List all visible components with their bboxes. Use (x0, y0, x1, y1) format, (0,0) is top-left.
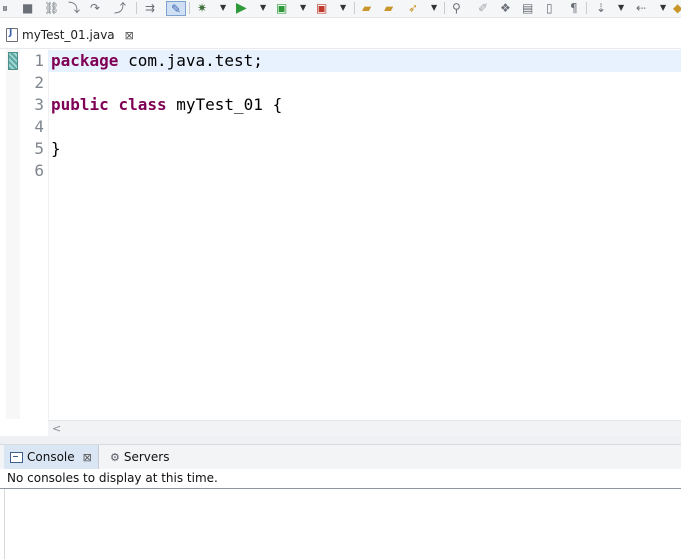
console-icon (10, 451, 23, 463)
toolbar-separator (136, 2, 137, 14)
closing-brace: } (51, 139, 61, 158)
bottom-panel-tab-bar: Console ⊠ ⚙ Servers (0, 444, 681, 470)
code-line-5[interactable]: } (51, 139, 61, 158)
panel-sash[interactable] (0, 436, 681, 444)
skip-all-breakpoints-icon[interactable]: ⏸ (2, 1, 8, 15)
editor-tab-bar: myTest_01.java ⊠ (0, 18, 681, 49)
step-over-icon[interactable]: ↷ (90, 1, 100, 15)
terminate-icon[interactable]: ■ (22, 1, 33, 15)
external-tools-dropdown-icon[interactable]: ▼ (340, 0, 346, 16)
horizontal-scrollbar[interactable]: < (48, 420, 681, 436)
keyword-public: public (51, 95, 109, 114)
code-line-1[interactable]: package com.java.test; (51, 51, 263, 70)
class-declaration: myTest_01 { (166, 95, 283, 114)
new-java-class-icon[interactable]: ▰ (384, 1, 393, 15)
code-line-3[interactable]: public class myTest_01 { (51, 95, 282, 114)
line-number: 2 (34, 73, 44, 92)
disconnect-icon[interactable]: ⛓ (44, 1, 59, 15)
use-step-filters-icon[interactable]: ⇉ (145, 1, 155, 15)
back-dropdown-icon[interactable]: ▼ (660, 0, 666, 16)
pilcrow-icon[interactable]: ¶ (570, 1, 578, 15)
toolbar-separator (444, 2, 445, 14)
tab-servers-label: Servers (123, 450, 170, 464)
external-tools-icon[interactable]: ▣ (316, 1, 327, 15)
line-number: 1 (34, 51, 44, 70)
console-empty-message: No consoles to display at this time. (7, 471, 218, 485)
close-console-tab-icon[interactable]: ⊠ (83, 451, 92, 464)
debug-dropdown-icon[interactable]: ▼ (220, 0, 226, 16)
editor-tab-mytest[interactable]: myTest_01.java ⊠ (6, 25, 134, 45)
toggle-mark-occurrences-icon[interactable]: ✎ (166, 1, 186, 16)
step-return-icon[interactable]: ⤴ (114, 1, 126, 15)
current-line-marker-icon (8, 52, 18, 70)
word-wrap-icon[interactable]: ▯ (546, 1, 553, 15)
run-dropdown-icon[interactable]: ▼ (260, 0, 266, 16)
console-divider (0, 488, 681, 489)
next-annotation-dropdown-icon[interactable]: ▼ (618, 0, 624, 16)
next-annotation-icon[interactable]: ⇣ (596, 1, 606, 15)
debug-icon[interactable]: ✷ (197, 1, 207, 15)
code-editor[interactable]: 1 2 3 4 5 6 package com.java.test; publi… (0, 49, 681, 419)
back-icon[interactable]: ⇠ (636, 1, 646, 15)
toolbar-separator (354, 2, 355, 14)
open-type-dropdown-icon[interactable]: ▼ (431, 0, 437, 16)
open-type-icon[interactable]: ➶ (408, 1, 418, 15)
line-number: 5 (34, 139, 44, 158)
tab-console-label: Console (27, 450, 75, 464)
line-number: 3 (34, 95, 44, 114)
run-icon[interactable]: ▶ (236, 1, 247, 15)
package-name: com.java.test; (118, 51, 263, 70)
console-view: No consoles to display at this time. (0, 469, 681, 559)
coverage-icon[interactable]: ▣ (276, 1, 287, 15)
search-icon[interactable]: ⚲ (452, 1, 461, 15)
line-number: 6 (34, 161, 44, 180)
main-toolbar: ⏸ ■ ⛓ ⤵ ↷ ⤴ ⇉ ✎ ✷ ▼ ▶ ▼ ▣ ▼ ▣ ▼ ▰ ▰ ➶ ▼ … (0, 0, 681, 18)
new-java-package-icon[interactable]: ▰ (362, 1, 371, 15)
servers-icon: ⚙ (110, 450, 120, 464)
console-left-edge (4, 489, 5, 559)
overview-ruler (6, 49, 20, 419)
block-selection-icon[interactable]: ❖ (500, 1, 511, 15)
tab-console[interactable]: Console ⊠ (4, 445, 99, 469)
step-into-icon[interactable]: ⤵ (68, 1, 80, 15)
show-whitespace-icon[interactable]: ▤ (522, 1, 533, 15)
toolbar-separator (189, 2, 190, 14)
java-file-icon (6, 28, 18, 42)
keyword-package: package (51, 51, 119, 70)
scroll-left-icon[interactable]: < (52, 421, 61, 436)
editor-tab-label: myTest_01.java (22, 28, 115, 42)
toggle-breadcrumb-icon[interactable]: ✐ (478, 1, 488, 15)
line-number: 4 (34, 117, 44, 136)
keyword-class: class (118, 95, 167, 114)
forward-icon[interactable]: ◆ (673, 1, 681, 15)
coverage-dropdown-icon[interactable]: ▼ (300, 0, 306, 16)
tab-servers[interactable]: ⚙ Servers (104, 445, 175, 469)
toolbar-separator (586, 2, 587, 14)
close-tab-icon[interactable]: ⊠ (125, 29, 134, 42)
